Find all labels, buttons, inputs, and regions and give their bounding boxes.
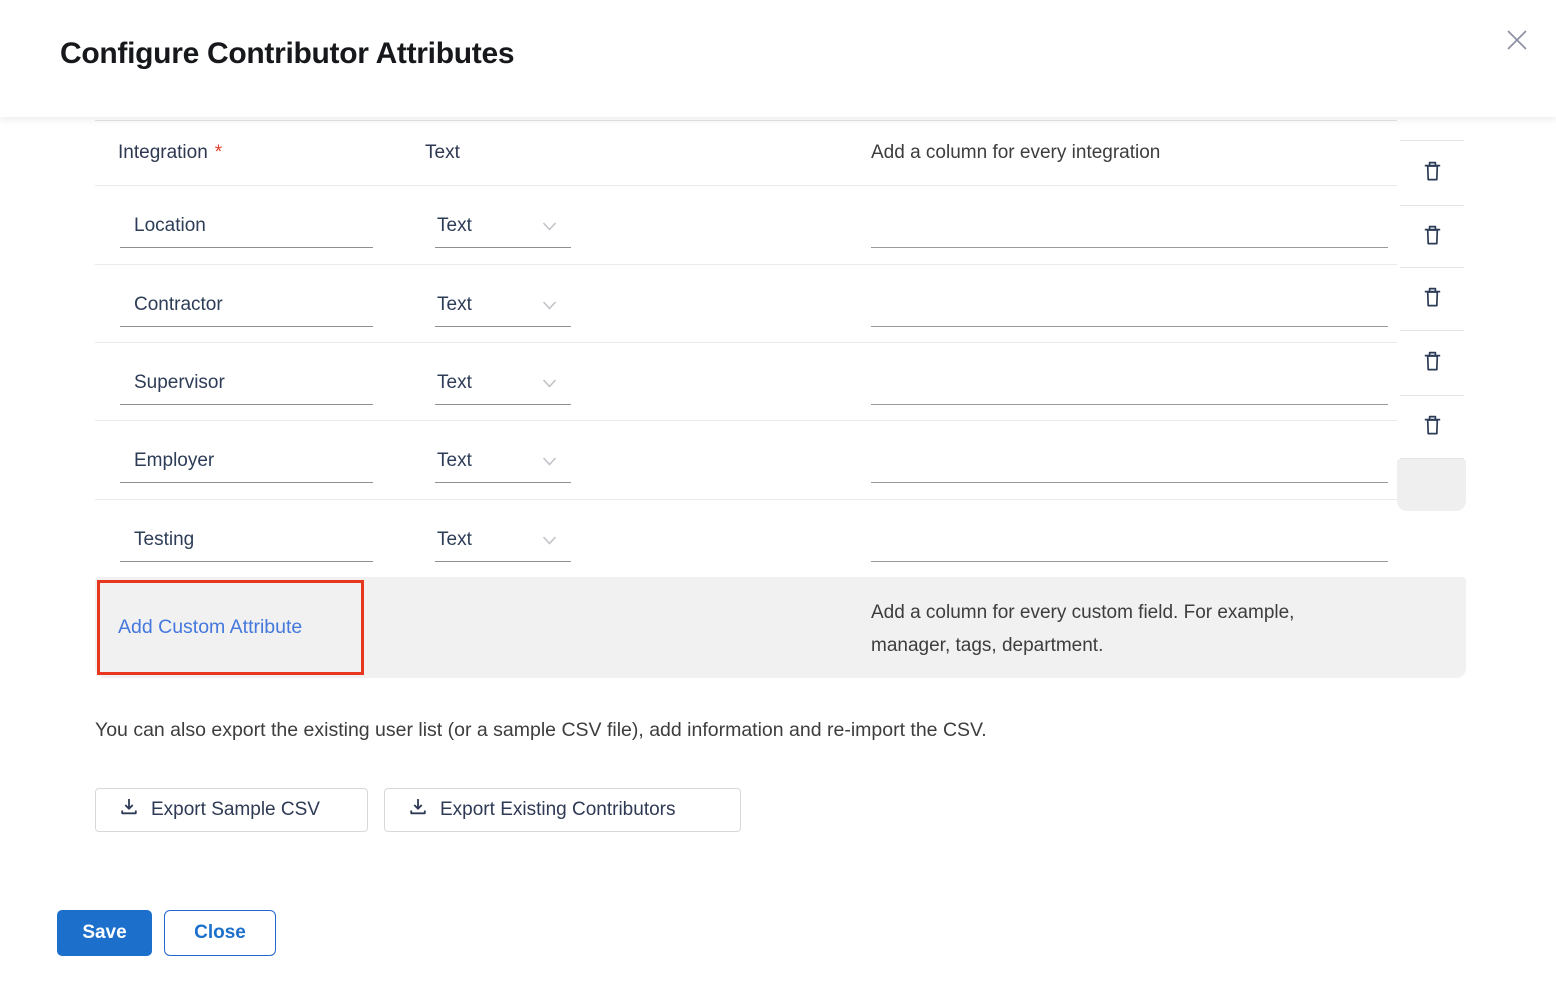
close-button[interactable]	[1500, 24, 1534, 58]
attribute-type-select[interactable]: Text	[435, 518, 571, 562]
chevron-down-icon	[542, 372, 557, 394]
attribute-name-input[interactable]: Employer	[120, 439, 373, 483]
attribute-value-input[interactable]	[871, 361, 1388, 405]
download-icon	[407, 796, 429, 824]
chevron-down-icon	[542, 450, 557, 472]
integration-type-label: Text	[425, 121, 460, 185]
table-row: Testing Text	[95, 500, 1397, 578]
configure-contributor-attributes-modal: Configure Contributor Attributes Integra…	[0, 0, 1556, 996]
chevron-down-icon	[542, 294, 557, 316]
attribute-name-input[interactable]: Testing	[120, 518, 373, 562]
attribute-value-input[interactable]	[871, 204, 1388, 248]
download-icon	[118, 796, 140, 824]
modal-header: Configure Contributor Attributes	[0, 0, 1556, 117]
attributes-table: Integration * Text Add a column for ever…	[95, 120, 1397, 578]
delete-cell-empty	[1397, 459, 1466, 511]
add-custom-attribute-row: Add Custom Attribute Add a column for ev…	[95, 577, 1466, 678]
trash-icon	[1422, 160, 1443, 186]
integration-description: Add a column for every integration	[871, 121, 1160, 185]
attribute-name-input[interactable]: Contractor	[120, 283, 373, 327]
selected-type-label: Text	[437, 294, 472, 316]
attribute-value-input[interactable]	[871, 283, 1388, 327]
integration-label-text: Integration	[118, 142, 208, 164]
trash-icon	[1422, 224, 1443, 250]
custom-description-line1: Add a column for every custom field. For…	[871, 602, 1294, 623]
page-title: Configure Contributor Attributes	[60, 37, 514, 71]
chevron-down-icon	[542, 215, 557, 237]
delete-row-button[interactable]	[1418, 346, 1447, 380]
export-sample-csv-label: Export Sample CSV	[151, 799, 320, 821]
delete-cell	[1400, 205, 1464, 267]
attribute-type-select[interactable]: Text	[435, 283, 571, 327]
delete-cell	[1400, 395, 1464, 459]
integration-row-label: Integration *	[118, 121, 222, 185]
table-row: Location Text	[95, 186, 1397, 265]
trash-icon	[1422, 414, 1443, 440]
delete-row-button[interactable]	[1418, 282, 1447, 316]
trash-icon	[1422, 350, 1443, 376]
close-icon	[1502, 25, 1532, 58]
export-sample-csv-button[interactable]: Export Sample CSV	[95, 788, 368, 832]
table-row: Supervisor Text	[95, 343, 1397, 421]
export-note: You can also export the existing user li…	[95, 719, 987, 742]
chevron-down-icon	[542, 529, 557, 551]
attribute-name-input[interactable]: Location	[120, 204, 373, 248]
export-existing-contributors-label: Export Existing Contributors	[440, 799, 676, 821]
table-row: Contractor Text	[95, 265, 1397, 343]
custom-description-line2: manager, tags, department.	[871, 635, 1103, 656]
required-asterisk: *	[215, 142, 222, 164]
selected-type-label: Text	[437, 215, 472, 237]
add-custom-attribute-link[interactable]: Add Custom Attribute	[118, 577, 302, 678]
attribute-value-input[interactable]	[871, 439, 1388, 483]
delete-row-button[interactable]	[1418, 220, 1447, 254]
selected-type-label: Text	[437, 372, 472, 394]
table-row-integration: Integration * Text Add a column for ever…	[95, 121, 1397, 186]
attribute-type-select[interactable]: Text	[435, 204, 571, 248]
custom-attribute-description: Add a column for every custom field. For…	[871, 596, 1431, 662]
attribute-name-input[interactable]: Supervisor	[120, 361, 373, 405]
delete-cell	[1400, 330, 1464, 395]
selected-type-label: Text	[437, 450, 472, 472]
attribute-type-select[interactable]: Text	[435, 361, 571, 405]
close-footer-button[interactable]: Close	[164, 910, 276, 956]
trash-icon	[1422, 286, 1443, 312]
attribute-type-select[interactable]: Text	[435, 439, 571, 483]
delete-cell	[1400, 140, 1464, 205]
delete-row-button[interactable]	[1418, 156, 1447, 190]
delete-row-button[interactable]	[1418, 410, 1447, 444]
selected-type-label: Text	[437, 529, 472, 551]
attribute-value-input[interactable]	[871, 518, 1388, 562]
save-button[interactable]: Save	[57, 910, 152, 956]
table-row: Employer Text	[95, 421, 1397, 500]
export-existing-contributors-button[interactable]: Export Existing Contributors	[384, 788, 741, 832]
delete-cell	[1400, 267, 1464, 330]
